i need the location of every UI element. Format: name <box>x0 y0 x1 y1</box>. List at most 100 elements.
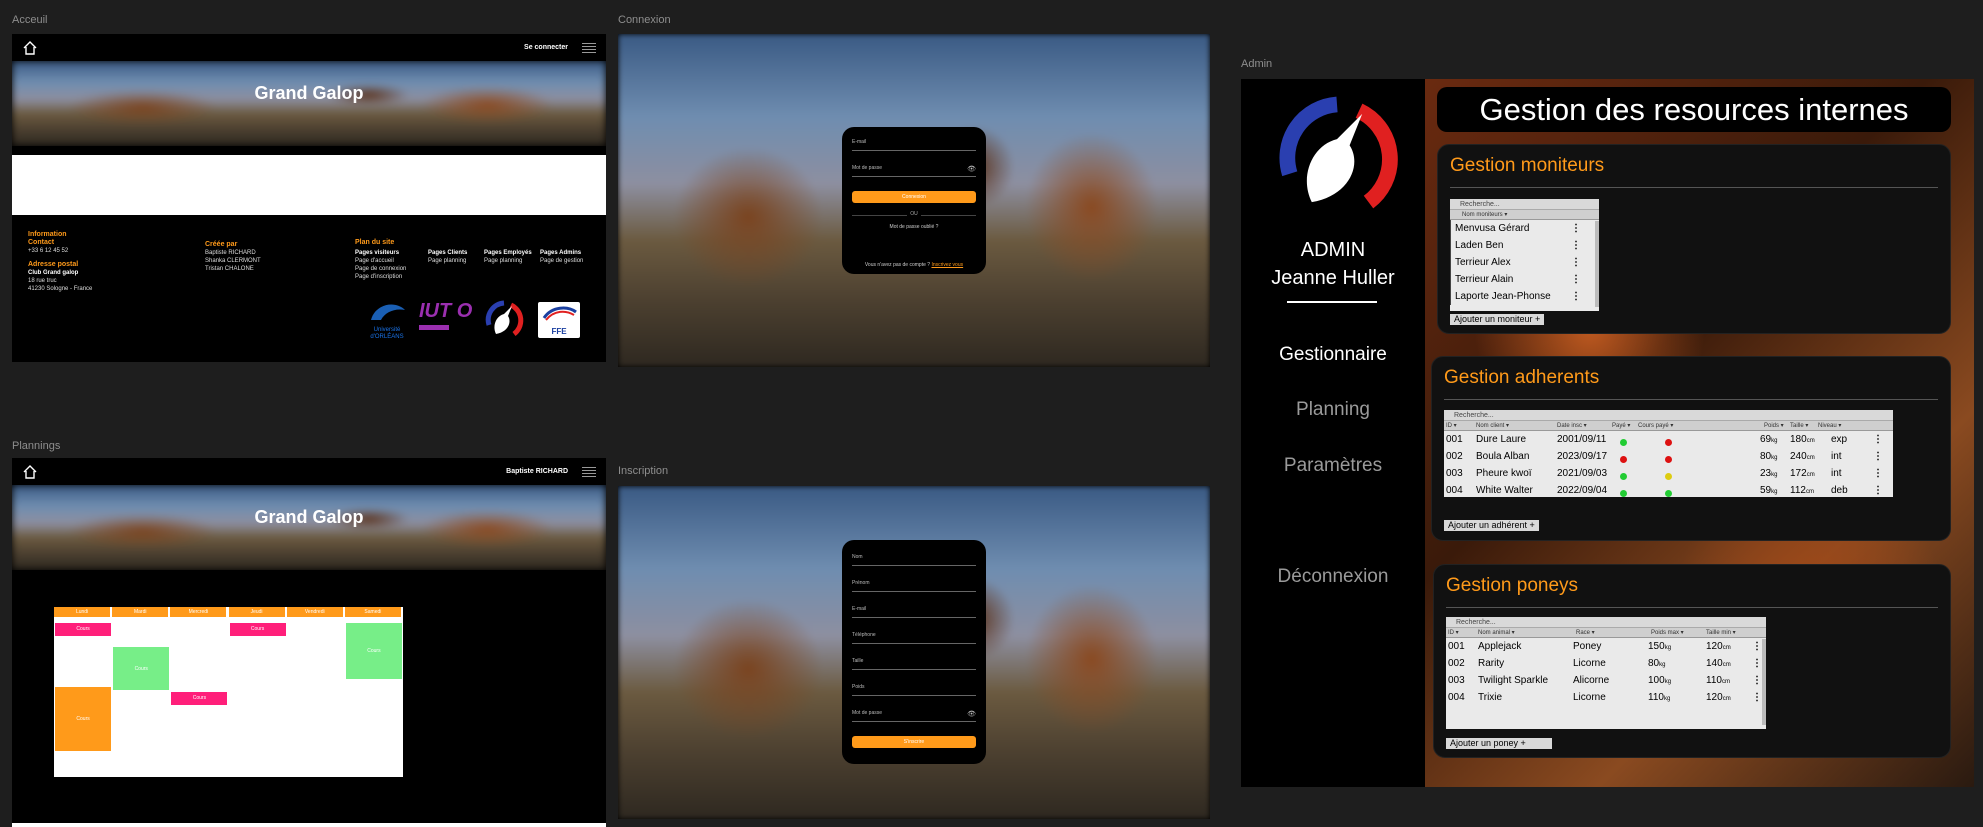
signup-field-4[interactable]: Taille <box>852 658 976 670</box>
adherents-search-input[interactable]: Recherche... <box>1444 410 1893 421</box>
signup-field-3[interactable]: Téléphone <box>852 632 976 644</box>
column-header[interactable]: Taille ▾ <box>1790 422 1808 429</box>
day-header: Samedi <box>344 607 402 617</box>
nav-planning[interactable]: Planning <box>1241 399 1425 421</box>
kebab-menu-icon[interactable]: ⋮ <box>1873 468 1883 479</box>
moniteur-row[interactable]: Terrieur Alain ⋮ <box>1450 271 1599 288</box>
sitemap-link[interactable]: Page planning <box>428 257 488 265</box>
column-header[interactable]: Poids ▾ <box>1764 422 1784 429</box>
poney-row[interactable]: 004 Trixie Licorne 110kg 120cm ⋮ <box>1446 689 1766 706</box>
poneys-search-input[interactable]: Recherche... <box>1446 617 1766 628</box>
eye-icon[interactable]: 👁 <box>967 710 976 718</box>
signup-field-0[interactable]: Nom <box>852 554 976 566</box>
signup-button[interactable]: S'inscrire <box>852 736 976 748</box>
kebab-menu-icon[interactable]: ⋮ <box>1752 658 1762 669</box>
kebab-menu-icon[interactable]: ⋮ <box>1752 641 1762 652</box>
nav-deconnexion[interactable]: Déconnexion <box>1241 566 1425 588</box>
planning-event[interactable]: Cours <box>229 623 286 636</box>
frame-label-admin: Admin <box>1241 58 1273 70</box>
kebab-menu-icon[interactable]: ⋮ <box>1873 434 1883 445</box>
menu-icon[interactable] <box>582 42 596 53</box>
accueil-hero: Grand Galop <box>12 61 606 146</box>
signup-field-5[interactable]: Poids <box>852 684 976 696</box>
planning-event[interactable]: Cours <box>55 623 112 636</box>
connexion-frame: E-mail Mot de passe 👁 Connexion OU Mot de… <box>618 34 1210 367</box>
frame-label-connexion: Connexion <box>618 14 671 26</box>
kebab-menu-icon[interactable]: ⋮ <box>1571 274 1581 285</box>
hero-title: Grand Galop <box>254 83 364 103</box>
sitemap-link[interactable]: Page de gestion <box>540 257 600 265</box>
forgot-password-link[interactable]: Mot de passe oublié ? <box>842 224 986 230</box>
home-icon[interactable] <box>22 40 38 56</box>
sitemap-link[interactable]: Page d'accueil <box>355 257 425 265</box>
moniteur-row[interactable]: Laporte Jean-Phonse ⋮ <box>1450 288 1599 305</box>
home-icon[interactable] <box>22 464 38 480</box>
inscription-frame: S'inscrire Nom Prénom E-mail Téléphone Taill… <box>618 486 1210 819</box>
adherent-row[interactable]: 002 Boula Alban 2023/09/17 80kg 240cm int ⋮ <box>1444 448 1893 465</box>
moniteur-row[interactable]: Menvusa Gérard ⋮ <box>1450 220 1599 237</box>
poney-row[interactable]: 001 Applejack Poney 150kg 120cm ⋮ <box>1446 638 1766 655</box>
kebab-menu-icon[interactable]: ⋮ <box>1873 451 1883 462</box>
kebab-menu-icon[interactable]: ⋮ <box>1571 240 1581 251</box>
moniteur-row[interactable]: Terrieur Alex ⋮ <box>1450 254 1599 271</box>
kebab-menu-icon[interactable]: ⋮ <box>1571 257 1581 268</box>
poney-row[interactable]: 003 Twilight Sparkle Alicorne 100kg 110cm ⋮ <box>1446 672 1766 689</box>
column-header[interactable]: Payé ▾ <box>1612 422 1630 429</box>
add-adherent-button[interactable]: Ajouter un adhérent + <box>1444 520 1539 531</box>
planning-header: Lundi Mardi Mercredi Jeudi Vendredi Samedi <box>54 607 403 617</box>
login-link[interactable]: Se connecter <box>524 44 568 51</box>
menu-icon[interactable] <box>582 466 596 477</box>
kebab-menu-icon[interactable]: ⋮ <box>1571 223 1581 234</box>
column-header[interactable]: Nom client ▾ <box>1476 422 1509 429</box>
nav-gestionnaire[interactable]: Gestionnaire <box>1241 344 1425 366</box>
scrollbar[interactable] <box>1595 221 1599 307</box>
user-name[interactable]: Baptiste RICHARD <box>506 468 568 475</box>
adherent-row[interactable]: 003 Pheure kwoï 2021/09/03 23kg 172cm int ⋮ <box>1444 465 1893 482</box>
moniteurs-search-input[interactable]: Recherche... <box>1450 199 1599 210</box>
planning-event[interactable]: Cours <box>171 691 228 705</box>
accueil-frame: Se connecter Grand Galop Information Con… <box>12 34 606 362</box>
eye-icon[interactable]: 👁 <box>967 165 976 173</box>
sitemap-link[interactable]: Page d'inscription <box>355 273 425 281</box>
kebab-menu-icon[interactable]: ⋮ <box>1571 291 1581 302</box>
adherent-row[interactable]: 001 Dure Laure 2001/09/11 69kg 180cm exp ⋮ <box>1444 431 1893 448</box>
column-header[interactable]: ID ▾ <box>1448 629 1459 636</box>
moniteurs-header[interactable]: Nom moniteurs ▾ <box>1450 210 1599 220</box>
column-header[interactable]: ID ▾ <box>1446 422 1457 429</box>
day-header: Lundi <box>54 607 112 617</box>
sitemap-link[interactable]: Page planning <box>484 257 544 265</box>
login-button[interactable]: Connexion <box>852 191 976 203</box>
adherent-row[interactable]: 004 White Walter 2022/09/04 59kg 112cm deb ⋮ <box>1444 482 1893 499</box>
frame-label-accueil: Acceuil <box>12 14 48 26</box>
column-header[interactable]: Nom animal ▾ <box>1478 629 1515 636</box>
email-field[interactable]: E-mail <box>852 139 976 151</box>
register-link[interactable]: Inscrivez vous <box>931 262 963 268</box>
nav-parametres[interactable]: Paramètres <box>1241 455 1425 477</box>
moniteurs-panel: Gestion moniteurs Recherche... Nom monit… <box>1437 144 1951 334</box>
kebab-menu-icon[interactable]: ⋮ <box>1752 692 1762 703</box>
kebab-menu-icon[interactable]: ⋮ <box>1873 485 1883 496</box>
poneys-panel: Gestion poneys Recherche... ID ▾ Nom anim… <box>1433 564 1951 758</box>
moniteur-row[interactable]: Laden Ben ⋮ <box>1450 237 1599 254</box>
sitemap-link[interactable]: Page de connexion <box>355 265 425 273</box>
planning-event[interactable]: Cours <box>345 623 402 679</box>
signup-field-1[interactable]: Prénom <box>852 580 976 592</box>
password-field[interactable]: Mot de passe 👁 <box>852 165 976 177</box>
column-header[interactable]: Taille min ▾ <box>1706 629 1736 636</box>
kebab-menu-icon[interactable]: ⋮ <box>1752 675 1762 686</box>
column-header[interactable]: Poids max ▾ <box>1651 629 1684 636</box>
planning-event[interactable]: Cours <box>113 647 170 691</box>
column-header[interactable]: Race ▾ <box>1576 629 1595 636</box>
scrollbar[interactable] <box>1762 639 1766 725</box>
column-header[interactable]: Date insc ▾ <box>1557 422 1587 429</box>
column-header[interactable]: Cours payé ▾ <box>1638 422 1673 429</box>
signup-field-2[interactable]: E-mail <box>852 606 976 618</box>
column-header[interactable]: Niveau ▾ <box>1818 422 1841 429</box>
footer-sitemap: Plan du site Pages visiteurs Page d'accu… <box>355 239 583 280</box>
signup-field-6[interactable]: Mot de passe 👁 <box>852 710 976 722</box>
poney-row[interactable]: 002 Rarity Licorne 80kg 140cm ⋮ <box>1446 655 1766 672</box>
add-poney-button[interactable]: Ajouter un poney + <box>1446 738 1552 749</box>
poneys-table: Recherche... ID ▾ Nom animal ▾ Race ▾ Poids… <box>1446 617 1766 729</box>
add-moniteur-button[interactable]: Ajouter un moniteur + <box>1450 314 1545 325</box>
planning-event[interactable]: Cours <box>55 687 112 751</box>
